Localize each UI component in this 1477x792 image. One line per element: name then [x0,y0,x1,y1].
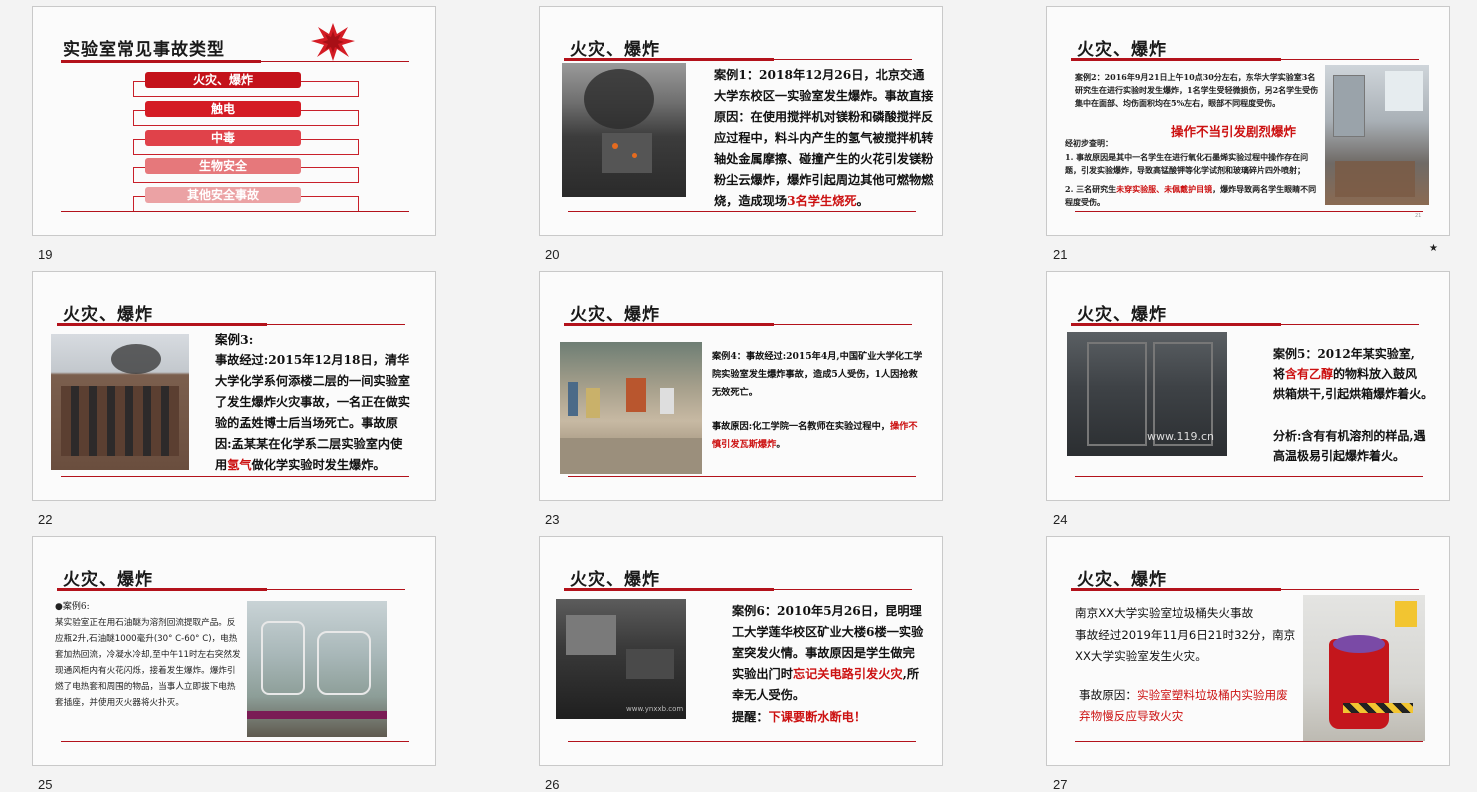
analysis-text: 分析:含有有机溶剂的样品,遇高温极易引起爆炸着火。 [1273,429,1426,463]
page-mark: 21 [1415,213,1422,219]
slide-thumbnail-25[interactable]: 火灾、爆炸 ●案例6: 某实验室正在用石油醚为溶剂回流提取产品。反应瓶2升,石油… [32,536,436,766]
point-2: 2. 三名研究生未穿实验服、未佩戴护目镜，爆炸导致两名学生眼睛不同程度受伤。 [1065,184,1317,207]
type-item-electric: 触电 [145,101,301,117]
slide-title: 火灾、爆炸 [1077,305,1167,325]
case-text: 案例4：事故经过:2015年4月,中国矿业大学化工学院实验室发生爆炸事故，造成5… [712,351,923,398]
slide-title: 火灾、爆炸 [63,570,153,590]
slide-thumbnail-20[interactable]: 火灾、爆炸 案例1：2018年12月26日，北京交通大学东校区一实验室发生爆炸。… [539,6,943,236]
bottom-line [568,741,916,742]
slide-number: 26 [545,777,560,792]
bottom-line [1075,741,1423,742]
bottom-line [61,476,409,477]
summary-label: 经初步查明： [1065,138,1113,148]
title-underline [1071,588,1419,591]
case-text: 某实验室正在用石油醚为溶剂回流提取产品。反应瓶2升,石油醚1000毫升(30° … [55,618,241,708]
fire-photo [562,63,686,197]
bottom-line [568,211,916,212]
trash-bin-photo [1303,595,1425,741]
burned-lab-photo: www.ynxxb.com [556,599,686,719]
case-line-1: 南京XX大学实验室垃圾桶失火事故 [1075,606,1254,620]
slide-title: 火灾、爆炸 [1077,40,1167,60]
case-label: ●案例6: [55,602,90,612]
bottom-line [61,211,409,212]
type-item-other: 其他安全事故 [145,187,301,203]
slide-thumbnail-24[interactable]: 火灾、爆炸 www.119.cn 案例5：2012年某实验室, 将含有乙醇的物料… [1046,271,1450,501]
slide-thumbnail-26[interactable]: 火灾、爆炸 www.ynxxb.com 案例6：2010年5月26日，昆明理工大… [539,536,943,766]
slide-number: 25 [38,777,53,792]
slide-number: 19 [38,247,53,262]
title-underline [57,588,405,591]
fume-hood-photo [247,601,387,737]
slide-thumbnail-21[interactable]: 火灾、爆炸 案例2：2016年9月21日上午10点30分左右，东华大学实验室3名… [1046,6,1450,236]
case-line-2: 事故经过2019年11月6日21时32分，南京XX大学实验室发生火灾。 [1075,628,1296,663]
photo-watermark: www.119.cn [1147,430,1214,443]
explosion-icon [311,23,355,61]
slide-thumbnail-23[interactable]: 火灾、爆炸 案例4：事故经过:2015年4月,中国矿业大学化工学院实验室发生爆炸… [539,271,943,501]
slide-title: 火灾、爆炸 [570,40,660,60]
lab-bench-photo [560,342,702,474]
lab-photo [1325,65,1429,205]
cause-text: 事故原因:化工学院一名教师在实验过程中，操作不慎引发瓦斯爆炸。 [712,421,918,450]
point-1: 1. 事故原因是其中一名学生在进行氧化石墨烯实验过程中操作存在问题，引发实验爆炸… [1065,152,1309,175]
case-label: 案例3: [215,332,254,347]
photo-watermark: www.ynxxb.com [626,705,684,713]
tip-text: 提醒：下课要断水断电！ [732,710,867,724]
slide-title: 火灾、爆炸 [570,305,660,325]
slide-thumbnail-27[interactable]: 火灾、爆炸 南京XX大学实验室垃圾桶失火事故 事故经过2019年11月6日21时… [1046,536,1450,766]
building-photo [51,334,189,470]
title-underline [57,323,405,326]
title-underline [564,588,912,591]
case-line-1: 案例5：2012年某实验室, [1273,347,1415,361]
slide-number: 24 [1053,512,1068,527]
slide-title: 火灾、爆炸 [570,570,660,590]
bottom-line [1075,476,1423,477]
slide-title: 火灾、爆炸 [63,305,153,325]
type-item-poison: 中毒 [145,130,301,146]
title-underline [1071,58,1419,61]
case-text: 事故经过:2015年12月18日，清华大学化学系何添楼二层的一间实验室了发生爆炸… [215,353,410,472]
case-line-3: 烘箱烘干,引起烘箱爆炸着火。 [1273,387,1434,401]
slide-thumbnail-19[interactable]: 实验室常见事故类型 火灾、爆炸 触电 中毒 生物安全 其他安全事故 [32,6,436,236]
type-item-bio: 生物安全 [145,158,301,174]
slide-thumbnail-22[interactable]: 火灾、爆炸 案例3: 事故经过:2015年12月18日，清华大学化学系何添楼二层… [32,271,436,501]
highlight-text: 操作不当引发剧烈爆炸 [1171,124,1297,139]
case-line-2: 将含有乙醇的物料放入鼓风 [1273,367,1418,381]
slide-title: 实验室常见事故类型 [63,40,225,60]
bottom-line [568,476,916,477]
slide-number: 27 [1053,777,1068,792]
slide-number: 21 [1053,247,1068,262]
star-icon[interactable]: ★ [1429,243,1438,254]
title-underline-thick [61,60,261,63]
bottom-line [61,741,409,742]
oven-photo: www.119.cn [1067,332,1227,456]
slide-title: 火灾、爆炸 [1077,570,1167,590]
case-text: 案例1：2018年12月26日，北京交通大学东校区一实验室发生爆炸。事故直接原因… [714,68,934,208]
type-item-fire: 火灾、爆炸 [145,72,301,88]
title-underline [564,323,912,326]
bottom-line [1075,211,1423,212]
case-text: 案例6：2010年5月26日，昆明理工大学莲华校区矿业大楼6楼一实验室突发火情。… [732,604,924,702]
title-underline [564,58,912,61]
slide-number: 22 [38,512,53,527]
title-underline [1071,323,1419,326]
cause-text: 事故原因：实验室塑料垃圾桶内实验用废弃物慢反应导致火灾 [1079,688,1288,723]
slide-number: 20 [545,247,560,262]
slide-number: 23 [545,512,560,527]
case-text: 案例2：2016年9月21日上午10点30分左右，东华大学实验室3名研究生在进行… [1075,72,1319,108]
